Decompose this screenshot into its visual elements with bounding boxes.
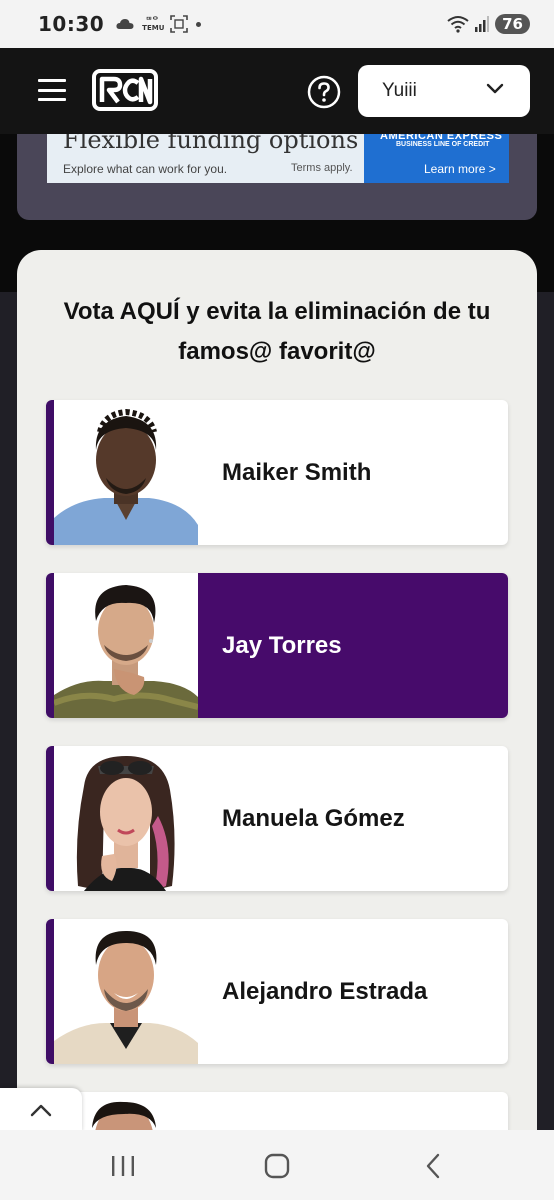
- candidate-card-alejandro-estrada[interactable]: Alejandro Estrada: [46, 919, 508, 1064]
- back-icon[interactable]: [418, 1152, 448, 1180]
- candidate-card-maiker-smith[interactable]: Maiker Smith: [46, 400, 508, 545]
- ad-subtext: Explore what can work for you.: [63, 162, 228, 176]
- ad-banner[interactable]: Flexible funding options Explore what ca…: [47, 134, 509, 183]
- wifi-icon: [447, 16, 469, 33]
- cloud-icon: [116, 19, 134, 29]
- ad-headline: Flexible funding options: [63, 134, 359, 154]
- system-nav-bar: [0, 1130, 554, 1200]
- temu-icon: ᄃᄆᄋ TEMU: [142, 16, 165, 32]
- candidate-name: Alejandro Estrada: [222, 977, 428, 1005]
- help-circle-icon[interactable]: [307, 75, 341, 109]
- ad-terms: Terms apply.: [291, 162, 353, 174]
- candidate-card-manuela-gomez[interactable]: Manuela Gómez: [46, 746, 508, 891]
- candidate-name: Manuela Gómez: [222, 804, 405, 832]
- ad-left-panel: Flexible funding options Explore what ca…: [47, 134, 364, 183]
- ad-learn-more-link[interactable]: Learn more >: [424, 162, 496, 176]
- chevron-up-icon: [30, 1104, 52, 1117]
- notification-icons: ᄃᄆᄋ TEMU: [116, 15, 202, 33]
- battery-indicator: 76: [495, 14, 530, 34]
- ad-right-panel: AMERICAN EXPRESS BUSINESS LINE OF CREDIT…: [364, 134, 509, 183]
- vote-card: Vota AQUÍ y evita la eliminación de tu f…: [17, 250, 537, 1200]
- home-icon[interactable]: [262, 1152, 292, 1180]
- status-bar: 10:30 ᄃᄆᄋ TEMU 76: [0, 0, 554, 48]
- rcn-logo[interactable]: [92, 69, 158, 111]
- more-notifications-dot: [196, 21, 202, 27]
- ad-container: Flexible funding options Explore what ca…: [17, 134, 537, 220]
- collapse-tab[interactable]: [0, 1088, 82, 1132]
- vote-title: Vota AQUÍ y evita la eliminación de tu f…: [63, 298, 491, 365]
- profile-name: Yuiii: [382, 80, 417, 101]
- candidate-card-jay-torres[interactable]: Jay Torres: [46, 573, 508, 718]
- candidate-name: Jay Torres: [222, 631, 342, 659]
- candidate-photo: [54, 400, 198, 545]
- ad-brand-sub: BUSINESS LINE OF CREDIT: [396, 141, 490, 148]
- candidate-name: Maiker Smith: [222, 458, 372, 486]
- recents-icon[interactable]: [108, 1152, 138, 1180]
- system-icons: 76: [447, 14, 530, 34]
- app-header: Yuiii: [0, 48, 554, 134]
- profile-selector[interactable]: Yuiii: [358, 65, 530, 117]
- chevron-down-icon: [486, 83, 504, 94]
- candidate-photo: [54, 746, 198, 891]
- screenshot-icon: [170, 15, 188, 33]
- signal-icon: [475, 16, 490, 32]
- status-time: 10:30: [38, 12, 105, 36]
- hamburger-icon[interactable]: [38, 79, 66, 101]
- candidate-photo: [54, 919, 198, 1064]
- candidate-photo: [54, 573, 198, 718]
